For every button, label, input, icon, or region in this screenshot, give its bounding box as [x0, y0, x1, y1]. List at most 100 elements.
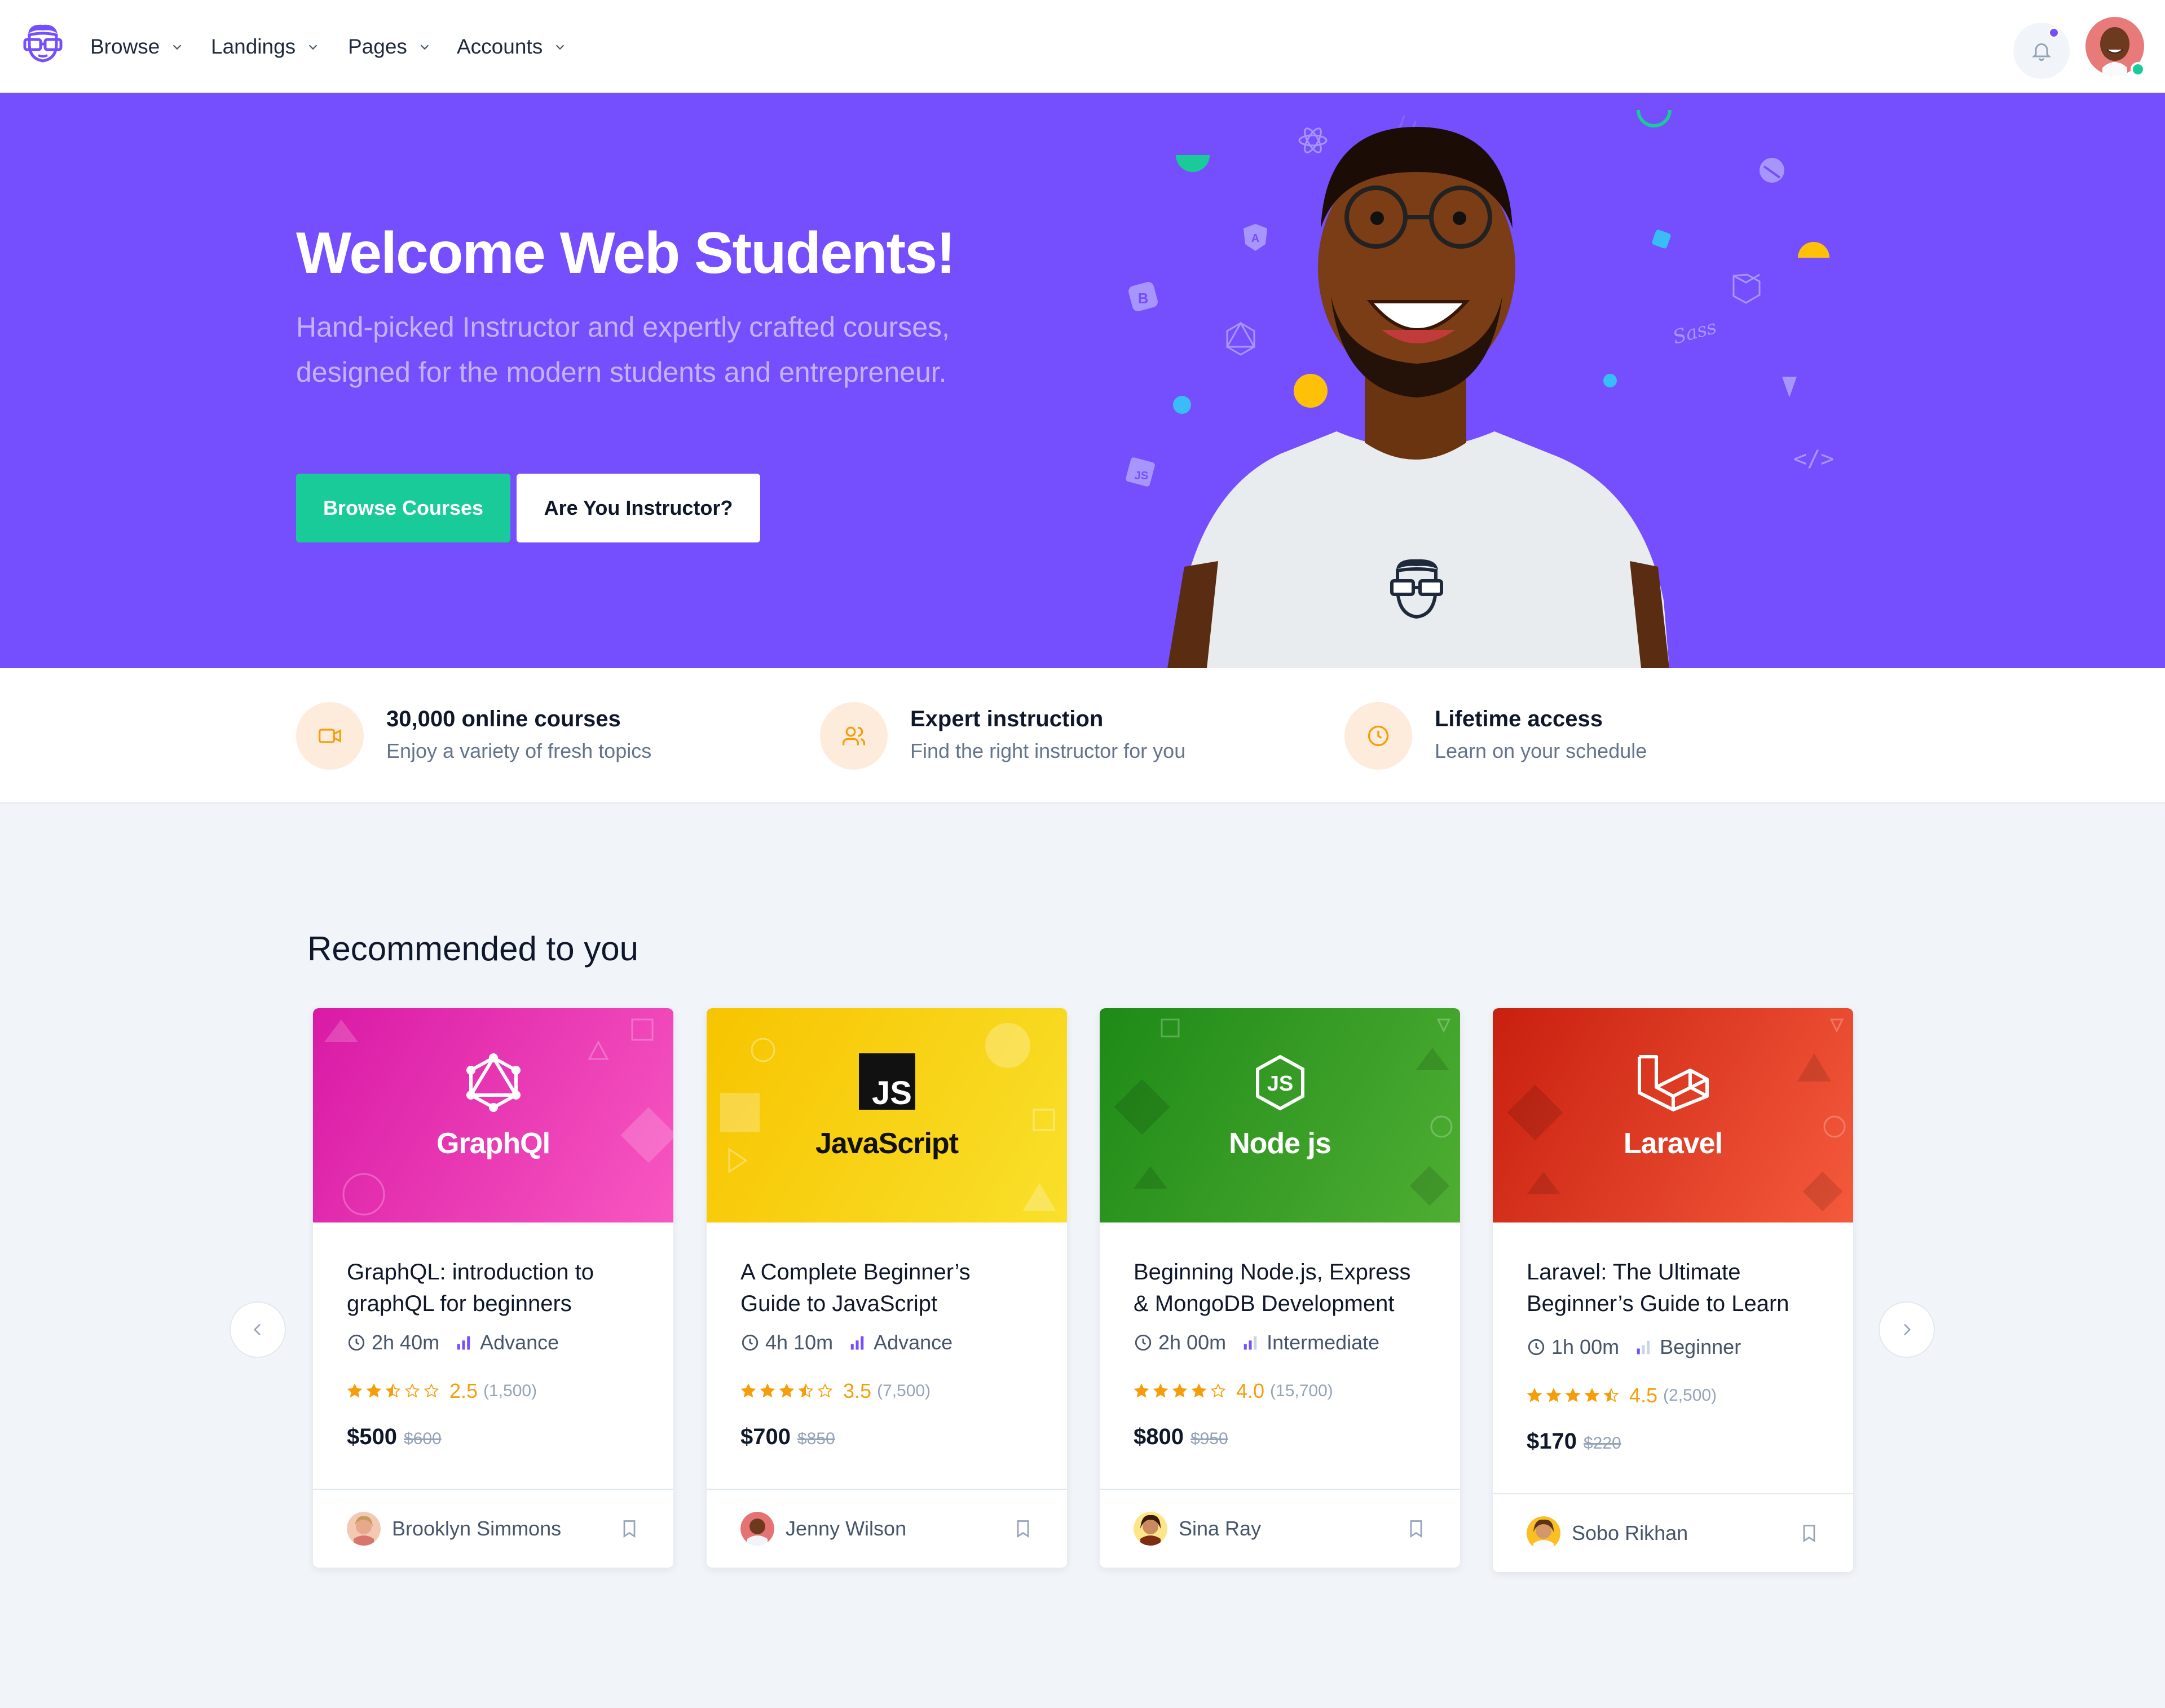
- feature-courses: 30,000 online courses Enjoy a variety of…: [296, 702, 747, 770]
- online-status-dot: [2131, 62, 2145, 77]
- star-full-icon: [1172, 1383, 1188, 1398]
- rating-count: (7,500): [877, 1382, 931, 1400]
- star-full-icon: [1565, 1388, 1581, 1402]
- course-level: Intermediate: [1267, 1331, 1380, 1354]
- js-icon: JS: [1126, 457, 1155, 487]
- banner-label: JavaScript: [815, 1127, 959, 1160]
- laravel-icon: [1493, 1053, 1853, 1115]
- bookmark-icon[interactable]: [1799, 1523, 1819, 1543]
- bookmark-icon[interactable]: [1013, 1519, 1033, 1539]
- person-shirt: [1173, 431, 1669, 668]
- course-old-price: $950: [1190, 1429, 1228, 1448]
- star-full-icon: [779, 1383, 795, 1398]
- course-card[interactable]: JS JavaScript A Complete Beginner’s Guid…: [707, 1008, 1067, 1568]
- carousel-prev-button[interactable]: [230, 1301, 286, 1358]
- author-name[interactable]: Sina Ray: [1179, 1517, 1406, 1541]
- svg-text:JS: JS: [1135, 470, 1148, 482]
- course-title[interactable]: Beginning Node.js, Express & MongoDB Dev…: [1134, 1256, 1426, 1319]
- banner-label: Laravel: [1623, 1127, 1723, 1160]
- gatsby-icon: [1760, 158, 1784, 183]
- chevron-down-icon: [173, 45, 182, 50]
- nav-accounts[interactable]: Accounts: [457, 33, 566, 61]
- rating-stars: [740, 1383, 836, 1399]
- bookmark-icon[interactable]: [619, 1519, 640, 1539]
- clock-icon: [1135, 1334, 1152, 1351]
- geeks-logo-icon[interactable]: [23, 21, 63, 67]
- level-bars-icon: [1637, 1340, 1650, 1354]
- feature-title: Lifetime access: [1435, 707, 1603, 731]
- level-bars-icon: [457, 1336, 470, 1350]
- banner-pattern: [1507, 1018, 1846, 1212]
- author-name[interactable]: Sobo Rikhan: [1572, 1521, 1799, 1545]
- notification-dot: [2048, 27, 2060, 38]
- rating-stars: [1134, 1383, 1229, 1399]
- bookmark-icon[interactable]: [1406, 1519, 1426, 1539]
- banner-pattern: [324, 1018, 673, 1216]
- star-half-icon: [385, 1383, 401, 1398]
- nodejs-icon: JS: [1100, 1053, 1460, 1115]
- author-avatar: [1527, 1516, 1560, 1550]
- course-banner: JS JavaScript: [707, 1008, 1067, 1222]
- users-icon: [820, 702, 888, 770]
- graphql-icon: [1225, 321, 1256, 356]
- feature-desc: Learn on your schedule: [1435, 739, 1647, 762]
- course-price: $800: [1134, 1424, 1184, 1449]
- are-you-instructor-button[interactable]: Are You Instructor?: [517, 474, 760, 542]
- star-empty-icon: [404, 1383, 420, 1398]
- star-empty-icon: [424, 1383, 439, 1398]
- star-full-icon: [740, 1383, 756, 1398]
- nav-landings[interactable]: Landings: [211, 33, 319, 61]
- course-card[interactable]: GraphQl GraphQL: introduction to graphQL…: [313, 1008, 673, 1568]
- course-card[interactable]: JS Node js Beginning Node.js, Express & …: [1100, 1008, 1460, 1568]
- nav-accounts-label: Accounts: [457, 35, 543, 58]
- chevron-down-icon: [420, 45, 429, 50]
- star-full-icon: [347, 1383, 363, 1398]
- bell-icon: [2032, 43, 2051, 61]
- nav-browse[interactable]: Browse: [90, 33, 183, 61]
- angular-icon: A: [1244, 224, 1267, 251]
- nav-pages[interactable]: Pages: [348, 33, 431, 61]
- course-title[interactable]: A Complete Beginner’s Guide to JavaScrip…: [740, 1256, 1033, 1319]
- rating-value: 3.5: [843, 1379, 872, 1402]
- svg-text:JS: JS: [1267, 1072, 1293, 1096]
- course-title[interactable]: GraphQL: introduction to graphQL for beg…: [347, 1256, 640, 1319]
- author-name[interactable]: Jenny Wilson: [786, 1517, 1013, 1541]
- notifications-button[interactable]: [2013, 23, 2070, 79]
- nav-landings-label: Landings: [211, 35, 296, 58]
- carousel-next-button[interactable]: [1879, 1301, 1935, 1358]
- rating-stars: [347, 1383, 443, 1399]
- author-name[interactable]: Brooklyn Simmons: [392, 1517, 619, 1541]
- hero-subtitle: Hand-picked Instructor and expertly craf…: [296, 311, 950, 388]
- course-duration: 2h 40m: [372, 1331, 440, 1354]
- features-strip: 30,000 online courses Enjoy a variety of…: [0, 668, 2165, 804]
- star-half-icon: [1603, 1388, 1619, 1402]
- feature-instruction: Expert instruction Find the right instru…: [820, 702, 1271, 770]
- course-title[interactable]: Laravel: The Ultimate Beginner’s Guide t…: [1527, 1256, 1819, 1319]
- chevron-down-icon: [308, 45, 318, 50]
- browse-courses-button[interactable]: Browse Courses: [296, 474, 510, 542]
- course-banner: JS Node js: [1100, 1008, 1460, 1222]
- star-full-icon: [1546, 1388, 1562, 1402]
- graphql-icon: [313, 1053, 673, 1115]
- banner-pattern: [720, 1023, 1056, 1211]
- hero-title: Welcome Web Students!: [296, 220, 956, 286]
- course-card[interactable]: Laravel Laravel: The Ultimate Beginner’s…: [1493, 1008, 1853, 1572]
- hero-section: Welcome Web Students! Hand-picked Instru…: [0, 93, 2165, 668]
- feature-title: Expert instruction: [910, 707, 1104, 731]
- bootstrap-icon: B: [1128, 282, 1158, 311]
- shape-semicircle-green: [1176, 155, 1210, 172]
- star-empty-icon: [817, 1383, 833, 1398]
- level-bars-icon: [850, 1336, 864, 1350]
- nav-pages-label: Pages: [348, 35, 407, 58]
- star-full-icon: [1584, 1388, 1600, 1402]
- banner-label: GraphQl: [436, 1127, 550, 1160]
- sass-icon: Sass: [1670, 316, 1719, 349]
- level-bars-icon: [1244, 1336, 1257, 1350]
- user-avatar[interactable]: [2085, 17, 2145, 77]
- svg-text:B: B: [1138, 290, 1149, 307]
- banner-label: Node js: [1229, 1127, 1331, 1160]
- section-title: Recommended to you: [307, 930, 638, 968]
- course-duration: 1h 00m: [1551, 1335, 1620, 1358]
- feature-desc: Enjoy a variety of fresh topics: [386, 739, 652, 762]
- rating-value: 2.5: [449, 1379, 478, 1402]
